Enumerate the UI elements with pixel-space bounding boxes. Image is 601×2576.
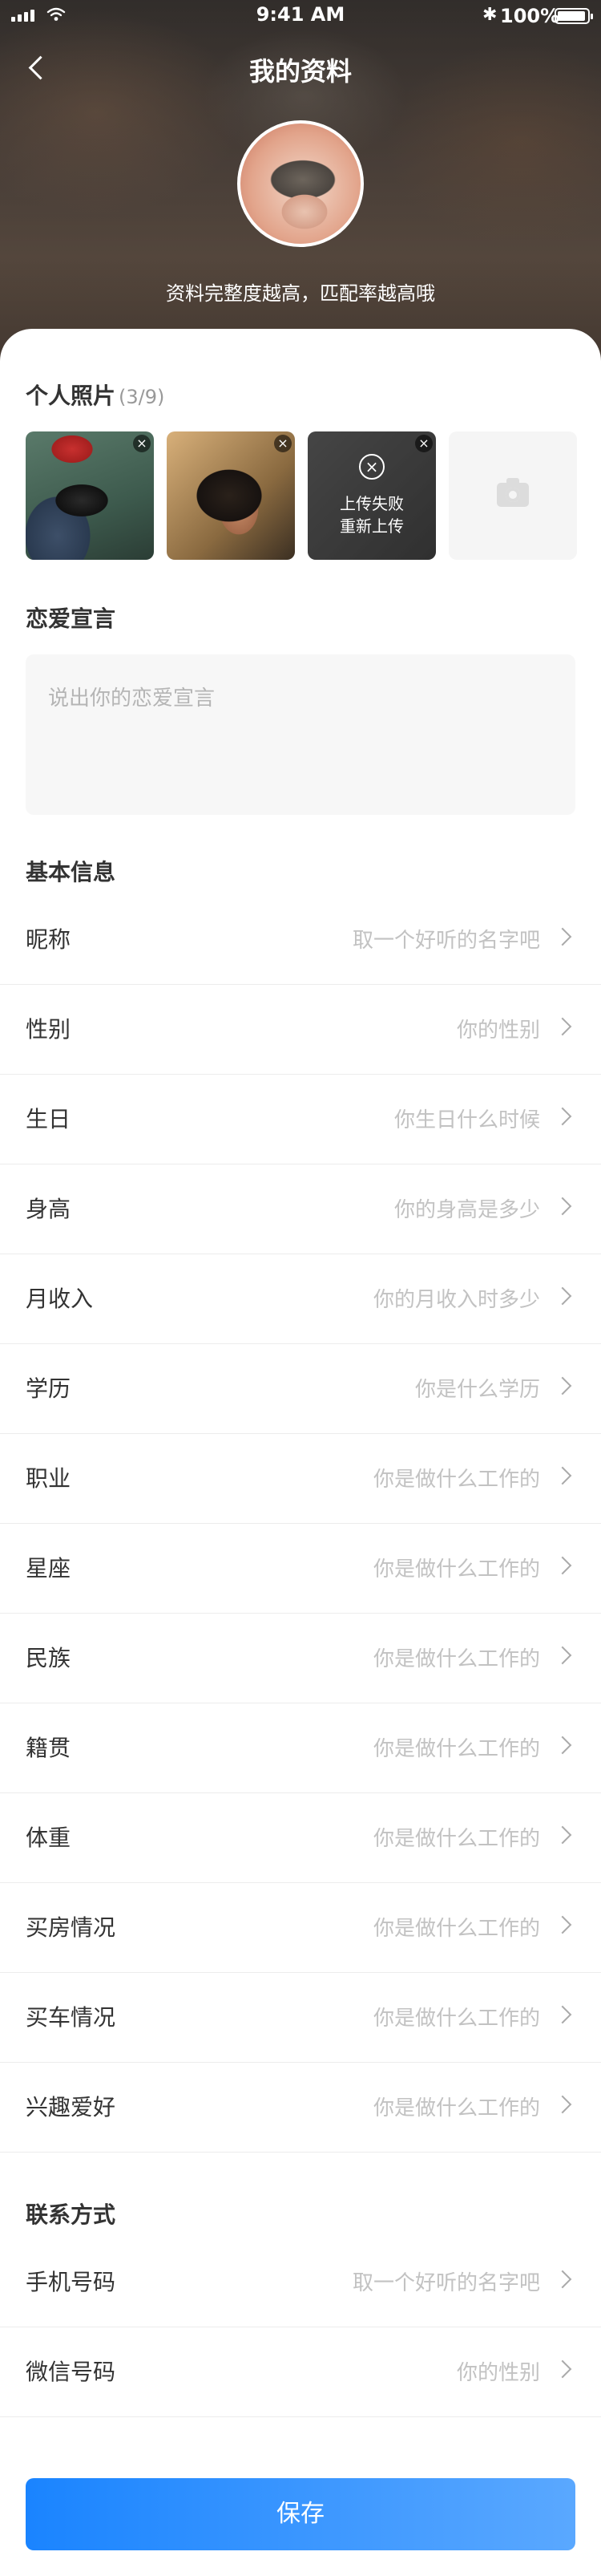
photos-section-title: 个人照片 (3/9) xyxy=(26,379,164,411)
add-photo-button[interactable] xyxy=(449,431,577,560)
row-label: 买房情况 xyxy=(26,1914,116,1941)
form-row[interactable]: 星座 你是做什么工作的 xyxy=(0,1524,601,1614)
row-value: 你生日什么时候 xyxy=(393,1108,540,1132)
row-value: 你是做什么工作的 xyxy=(373,2007,540,2031)
chevron-right-icon xyxy=(553,1556,572,1575)
save-button[interactable]: 保存 xyxy=(26,2478,575,2550)
chevron-right-icon xyxy=(553,1466,572,1485)
status-bar: 9:41 AM ✱ 100% xyxy=(0,0,601,32)
basic-info-title: 基本信息 xyxy=(26,859,116,885)
avatar[interactable] xyxy=(237,120,364,247)
row-value: 你的性别 xyxy=(456,1019,540,1043)
chevron-right-icon xyxy=(553,1286,572,1306)
declaration-input[interactable]: 说出你的恋爱宣言 xyxy=(26,654,575,815)
chevron-right-icon xyxy=(553,1915,572,1934)
row-value: 你是做什么工作的 xyxy=(373,1468,540,1492)
row-label: 身高 xyxy=(26,1196,71,1222)
photo-item[interactable]: × xyxy=(167,431,295,560)
row-label: 买车情况 xyxy=(26,2004,116,2031)
photos-title: 个人照片 xyxy=(26,383,116,409)
row-value: 你的月收入时多少 xyxy=(373,1288,540,1312)
chevron-right-icon xyxy=(553,1197,572,1216)
row-value: 你是做什么工作的 xyxy=(373,1557,540,1582)
row-label: 昵称 xyxy=(26,926,71,953)
form-row[interactable]: 手机号码 取一个好听的名字吧 xyxy=(0,2238,601,2327)
chevron-right-icon xyxy=(553,2005,572,2024)
row-label: 性别 xyxy=(26,1016,71,1043)
upload-failed-label: 上传失败 xyxy=(340,494,404,513)
chevron-right-icon xyxy=(553,1825,572,1845)
row-label: 学历 xyxy=(26,1375,71,1402)
row-label: 星座 xyxy=(26,1555,71,1582)
row-divider xyxy=(0,2152,601,2153)
photos-count: (3/9) xyxy=(119,386,165,408)
row-value: 你的身高是多少 xyxy=(393,1198,540,1222)
chevron-right-icon xyxy=(553,1646,572,1665)
row-divider xyxy=(0,2416,601,2417)
row-label: 月收入 xyxy=(26,1286,94,1312)
form-row[interactable]: 职业 你是做什么工作的 xyxy=(0,1434,601,1524)
chevron-right-icon xyxy=(553,1376,572,1395)
bluetooth-icon: ✱ xyxy=(482,5,498,25)
row-label: 手机号码 xyxy=(26,2269,116,2295)
row-value: 取一个好听的名字吧 xyxy=(352,2271,540,2295)
chevron-right-icon xyxy=(553,927,572,946)
row-value: 你是做什么工作的 xyxy=(373,1647,540,1671)
form-row[interactable]: 昵称 取一个好听的名字吧 xyxy=(0,895,601,985)
delete-photo-button[interactable]: × xyxy=(274,435,292,452)
row-label: 体重 xyxy=(26,1825,71,1851)
declaration-title: 恋爱宣言 xyxy=(26,606,116,632)
chevron-right-icon xyxy=(553,2270,572,2289)
chevron-right-icon xyxy=(553,1017,572,1036)
photo-item[interactable]: × xyxy=(26,431,154,560)
form-row[interactable]: 身高 你的身高是多少 xyxy=(0,1164,601,1254)
row-label: 民族 xyxy=(26,1645,71,1671)
battery-icon xyxy=(555,8,593,24)
chevron-right-icon xyxy=(553,2359,572,2379)
row-label: 职业 xyxy=(26,1465,71,1492)
profile-header: 9:41 AM ✱ 100% 我的资料 资料完整度越高，匹配率越高哦 xyxy=(0,0,601,369)
row-label: 微信号码 xyxy=(26,2359,116,2385)
form-row[interactable]: 买房情况 你是做什么工作的 xyxy=(0,1883,601,1973)
row-label: 籍贯 xyxy=(26,1735,71,1761)
row-label: 兴趣爱好 xyxy=(26,2094,116,2120)
row-value: 你是做什么工作的 xyxy=(373,2096,540,2120)
page-title: 我的资料 xyxy=(248,56,352,87)
row-value: 你是什么学历 xyxy=(414,1378,540,1402)
chevron-right-icon xyxy=(553,2095,572,2114)
retry-upload-label: 重新上传 xyxy=(340,516,404,536)
battery-percent: 100% xyxy=(500,5,560,27)
contact-title: 联系方式 xyxy=(26,2201,116,2228)
form-row[interactable]: 月收入 你的月收入时多少 xyxy=(0,1254,601,1344)
completeness-tip: 资料完整度越高，匹配率越高哦 xyxy=(166,282,435,305)
form-row[interactable]: 买车情况 你是做什么工作的 xyxy=(0,1973,601,2063)
form-row[interactable]: 生日 你生日什么时候 xyxy=(0,1075,601,1164)
delete-photo-button[interactable]: × xyxy=(415,435,433,452)
chevron-right-icon xyxy=(553,1736,572,1755)
photo-item-failed[interactable]: × 上传失败 重新上传 × xyxy=(308,431,436,560)
form-row[interactable]: 籍贯 你是做什么工作的 xyxy=(0,1703,601,1793)
camera-icon xyxy=(497,478,529,507)
row-value: 你是做什么工作的 xyxy=(373,1827,540,1851)
profile-card: 个人照片 (3/9) × × × 上传失败 重新上传 × 恋爱宣言 说出你的恋爱宣… xyxy=(0,329,601,2576)
form-row[interactable]: 民族 你是做什么工作的 xyxy=(0,1614,601,1703)
upload-failed-text[interactable]: 上传失败 重新上传 xyxy=(308,492,436,537)
chevron-right-icon xyxy=(553,1107,572,1126)
row-label: 生日 xyxy=(26,1106,71,1132)
row-value: 取一个好听的名字吧 xyxy=(352,929,540,953)
form-row[interactable]: 体重 你是做什么工作的 xyxy=(0,1793,601,1883)
form-row[interactable]: 性别 你的性别 xyxy=(0,985,601,1075)
row-value: 你是做什么工作的 xyxy=(373,1737,540,1761)
form-row[interactable]: 微信号码 你的性别 xyxy=(0,2327,601,2417)
form-row[interactable]: 兴趣爱好 你是做什么工作的 xyxy=(0,2063,601,2153)
form-row[interactable]: 学历 你是什么学历 xyxy=(0,1344,601,1434)
upload-failed-icon: × xyxy=(359,454,385,480)
row-value: 你是做什么工作的 xyxy=(373,1917,540,1941)
row-value: 你的性别 xyxy=(456,2361,540,2385)
delete-photo-button[interactable]: × xyxy=(133,435,151,452)
